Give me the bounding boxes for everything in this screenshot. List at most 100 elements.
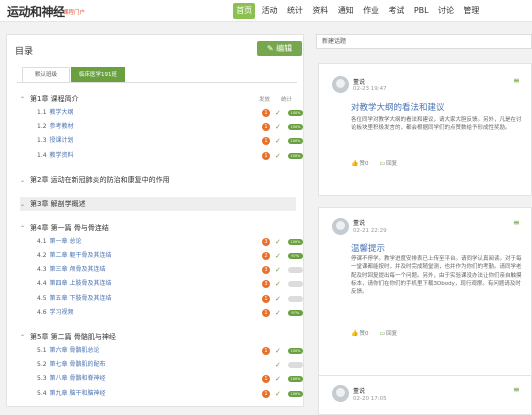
- chevron-down-icon[interactable]: ⌄: [20, 198, 30, 212]
- published-check-icon[interactable]: ✓: [275, 389, 281, 399]
- nav-item[interactable]: PBL: [411, 3, 432, 19]
- thumbs-up-icon[interactable]: 👍: [351, 330, 358, 337]
- progress-fill: 100%: [288, 390, 303, 397]
- section-link[interactable]: 第八章 骨骼和脊神经: [50, 375, 106, 382]
- section-link[interactable]: 教学大纲: [50, 109, 74, 116]
- tab-default-class[interactable]: 默认班级: [22, 67, 70, 82]
- post-author: 董说: [353, 79, 366, 86]
- reply-link[interactable]: 回复: [386, 161, 397, 167]
- task-count-badge[interactable]: 1: [262, 151, 270, 160]
- reply-icon[interactable]: ▭: [379, 160, 385, 167]
- published-check-icon[interactable]: ✓: [275, 136, 281, 146]
- section-link[interactable]: 第一章 总论: [50, 238, 82, 245]
- published-check-icon[interactable]: ✓: [275, 151, 281, 161]
- nav-item[interactable]: 通知: [335, 3, 357, 19]
- thumbs-up-icon[interactable]: 👍: [351, 160, 358, 167]
- task-count-badge[interactable]: 3: [262, 266, 270, 275]
- published-check-icon[interactable]: ✓: [275, 251, 281, 261]
- like-count[interactable]: 赞0: [359, 331, 368, 337]
- section-link[interactable]: 学习视频: [50, 309, 74, 316]
- section-link[interactable]: 第五章 下肢骨及其连结: [50, 295, 112, 302]
- task-count-badge[interactable]: 2: [262, 252, 270, 260]
- section-link[interactable]: 参考教材: [50, 123, 74, 130]
- section-row[interactable]: 5.3 第八章 骨骼和脊神经 1 ✓ 100%: [37, 374, 303, 384]
- section-row[interactable]: 4.4 第四章 上肢骨及其连结 3 ✓: [37, 279, 303, 289]
- like-count[interactable]: 赞0: [359, 161, 368, 167]
- avatar: [332, 218, 349, 235]
- section-link[interactable]: 第二章 躯干骨及其连结: [50, 252, 112, 259]
- published-check-icon[interactable]: ✓: [275, 237, 281, 247]
- course-portal-link[interactable]: 课程门户: [63, 8, 85, 16]
- menu-icon[interactable]: ≡: [513, 385, 520, 394]
- section-row[interactable]: 1.2 参考教材 1 ✓ 100%: [37, 122, 303, 132]
- progress-bar: [288, 281, 303, 288]
- section-number: 4.2: [37, 252, 47, 259]
- chapter-row[interactable]: ⌃ 第5章 第二篇 骨骼肌与神经: [20, 330, 296, 344]
- section-row[interactable]: 4.6 学习视频 1 ✓ 97%: [37, 308, 303, 318]
- task-count-badge[interactable]: 1: [262, 123, 270, 132]
- section-link[interactable]: 授课计划: [50, 137, 74, 144]
- new-topic-input[interactable]: 新建话题: [316, 34, 532, 49]
- task-count-badge[interactable]: 1: [262, 347, 270, 355]
- reply-icon[interactable]: ▭: [379, 330, 385, 337]
- section-row[interactable]: 1.4 教学资料 1 ✓ 100%: [37, 151, 303, 161]
- task-count-badge[interactable]: 1: [262, 109, 270, 117]
- published-check-icon[interactable]: ✓: [275, 374, 281, 384]
- task-count-badge[interactable]: 1: [262, 308, 270, 317]
- task-count-badge[interactable]: 3: [262, 237, 270, 246]
- published-check-icon[interactable]: ✓: [275, 360, 281, 370]
- task-count-badge[interactable]: 1: [262, 137, 270, 146]
- section-link[interactable]: 第六章 骨骼肌总论: [50, 347, 100, 354]
- nav-item[interactable]: 管理: [460, 3, 482, 19]
- reply-link[interactable]: 回复: [386, 331, 397, 337]
- section-link[interactable]: 第三章 颅骨及其连结: [50, 266, 106, 273]
- edit-button[interactable]: ✎ 编辑: [257, 41, 302, 56]
- nav-item[interactable]: 作业: [360, 3, 382, 19]
- published-check-icon[interactable]: ✓: [275, 122, 281, 132]
- section-row[interactable]: 1.3 授课计划 1 ✓ 100%: [37, 136, 303, 146]
- section-link[interactable]: 第七章 骨骼肌的配布: [50, 361, 106, 368]
- chapter-row[interactable]: ⌄ 第2章 运动在新冠肺炎的防治和康复中的作用: [20, 173, 296, 187]
- chevron-down-icon[interactable]: ⌄: [20, 174, 30, 188]
- published-check-icon[interactable]: ✓: [275, 346, 281, 356]
- published-check-icon[interactable]: ✓: [275, 308, 281, 318]
- chevron-up-icon[interactable]: ⌃: [20, 222, 30, 236]
- section-row[interactable]: 4.5 第五章 下肢骨及其连结 1 ✓: [37, 294, 303, 304]
- post-title[interactable]: 对教学大纲的看法和建议: [351, 101, 445, 113]
- section-row[interactable]: 4.2 第二章 躯干骨及其连结 2 ✓ 97%: [37, 251, 303, 261]
- menu-icon[interactable]: ≡: [513, 218, 520, 227]
- course-logo[interactable]: 运动和神经: [7, 3, 65, 20]
- tab-clinical-191[interactable]: 临床医学191班: [71, 67, 125, 82]
- nav-item[interactable]: 活动: [258, 3, 280, 19]
- nav-item[interactable]: 资料: [309, 3, 331, 19]
- nav-item[interactable]: 首页: [233, 3, 256, 19]
- section-row[interactable]: 4.1 第一章 总论 3 ✓ 100%: [37, 237, 303, 247]
- chevron-up-icon[interactable]: ⌃: [20, 93, 30, 107]
- chapter-row[interactable]: ⌃ 第4章 第一篇 骨与骨连结: [20, 221, 296, 235]
- section-link[interactable]: 第九章 脑干和脑神经: [50, 390, 106, 397]
- chapter-row[interactable]: ⌃ 第1章 课程简介: [20, 92, 296, 106]
- nav-item[interactable]: 统计: [284, 3, 306, 19]
- nav-item[interactable]: 考试: [385, 3, 407, 19]
- notice-card: 董说 02-21 22:29 ≡ 温馨提示 停课不停学。教学进度安排表已上传至平…: [318, 207, 532, 384]
- menu-icon[interactable]: ≡: [513, 76, 520, 85]
- task-count-badge[interactable]: 3: [262, 280, 270, 289]
- task-count-badge[interactable]: 1: [262, 389, 270, 398]
- chevron-up-icon[interactable]: ⌃: [20, 331, 30, 345]
- task-count-badge[interactable]: 1: [262, 375, 270, 384]
- published-check-icon[interactable]: ✓: [275, 108, 281, 118]
- section-row[interactable]: 5.1 第六章 骨骼肌总论 1 ✓ 100%: [37, 346, 303, 356]
- section-row[interactable]: 5.4 第九章 脑干和脑神经 1 ✓ 100%: [37, 389, 303, 399]
- section-row[interactable]: 5.2 第七章 骨骼肌的配布 ✓: [37, 360, 303, 370]
- section-row[interactable]: 1.1 教学大纲 1 ✓ 100%: [37, 108, 303, 118]
- nav-item[interactable]: 讨论: [435, 3, 457, 19]
- section-link[interactable]: 第四章 上肢骨及其连结: [50, 280, 112, 287]
- task-count-badge[interactable]: 1: [262, 294, 270, 303]
- chapter-row[interactable]: ⌄ 第3章 解剖学概述: [20, 196, 296, 212]
- published-check-icon[interactable]: ✓: [275, 294, 281, 304]
- published-check-icon[interactable]: ✓: [275, 265, 281, 275]
- post-title[interactable]: 温馨提示: [351, 242, 385, 254]
- section-row[interactable]: 4.3 第三章 颅骨及其连结 3 ✓: [37, 265, 303, 275]
- published-check-icon[interactable]: ✓: [275, 279, 281, 289]
- section-link[interactable]: 教学资料: [50, 152, 74, 159]
